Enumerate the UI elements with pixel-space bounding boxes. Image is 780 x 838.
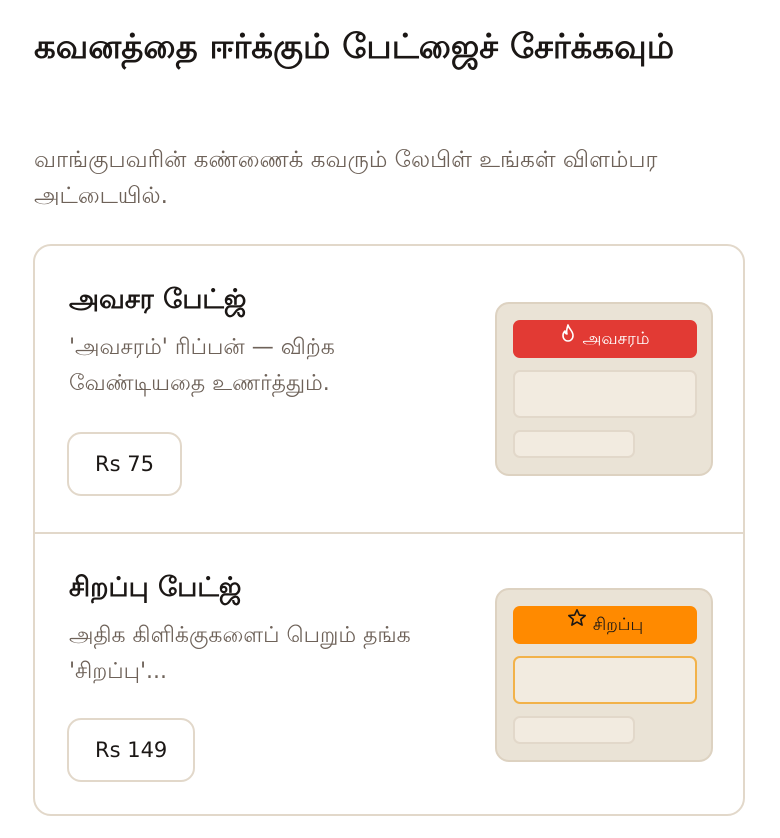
page-subtitle: வாங்குபவரின் கண்ணைக் கவரும் லேபிள் உங்கள… — [34, 147, 658, 209]
urgent-badge-price-button[interactable]: Rs 75 — [67, 432, 182, 496]
ribbon-label: அவசரம் — [582, 329, 650, 349]
placeholder-line — [513, 716, 635, 744]
featured-ribbon: சிறப்பு — [513, 606, 697, 644]
offer-description: 'அவசரம்' ரிப்பன் — விற்க வேண்டியதை உணர்த… — [69, 335, 335, 396]
badge-upsell-page: கவனத்தை ஈர்க்கும் பேட்ஜைச் சேர்க்கவும் வ… — [0, 0, 780, 838]
offer-name: சிறப்பு பேட்ஜ் — [69, 572, 242, 603]
badge-options-card: அவசர பேட்ஜ் 'அவசரம்' ரிப்பன் — விற்க வேண… — [33, 244, 745, 816]
star-icon — [567, 604, 587, 642]
flame-icon — [560, 318, 576, 356]
offer-description: அதிக கிளிக்குகளைப் பெறும் தங்க 'சிறப்பு'… — [69, 623, 411, 684]
featured-badge-price-button[interactable]: Rs 149 — [67, 718, 196, 782]
ad-card-preview: அவசரம் — [495, 302, 713, 476]
placeholder-line — [513, 430, 635, 458]
offer-name: அவசர பேட்ஜ் — [69, 284, 247, 315]
urgent-ribbon: அவசரம் — [513, 320, 697, 358]
placeholder-block — [513, 656, 697, 704]
ribbon-label: சிறப்பு — [592, 615, 644, 635]
placeholder-block — [513, 370, 697, 418]
page-title: கவனத்தை ஈர்க்கும் பேட்ஜைச் சேர்க்கவும் — [34, 27, 675, 67]
urgent-badge-option[interactable]: அவசர பேட்ஜ் 'அவசரம்' ரிப்பன் — விற்க வேண… — [35, 246, 743, 532]
featured-badge-option[interactable]: சிறப்பு பேட்ஜ் அதிக கிளிக்குகளைப் பெறும்… — [35, 532, 743, 814]
ad-card-preview: சிறப்பு — [495, 588, 713, 762]
